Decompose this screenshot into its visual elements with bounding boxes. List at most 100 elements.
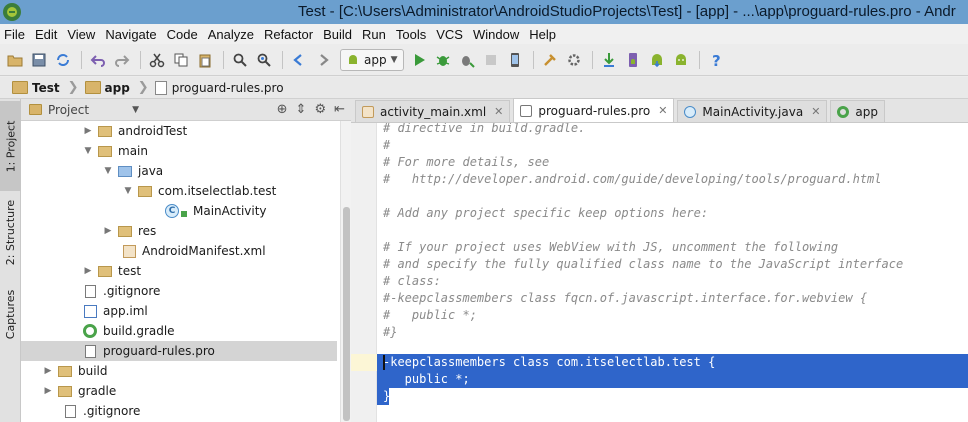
- tab-label: activity_main.xml: [380, 104, 487, 119]
- close-icon[interactable]: ✕: [811, 105, 820, 118]
- tab-project[interactable]: 1: Project: [0, 101, 21, 191]
- tree-item[interactable]: build.gradle: [21, 321, 337, 341]
- run-configuration-select[interactable]: app ▼: [340, 48, 404, 71]
- menu-tools[interactable]: Tools: [391, 27, 431, 42]
- project-view-select[interactable]: Project ▼: [29, 103, 139, 117]
- gear-icon[interactable]: ⚙: [314, 102, 326, 117]
- breadcrumb-item-file[interactable]: proguard-rules.pro: [151, 80, 290, 95]
- menu-view[interactable]: View: [62, 27, 100, 42]
- replace-icon[interactable]: [253, 49, 275, 71]
- collapse-arrow-icon[interactable]: ▼: [123, 186, 133, 196]
- open-folder-icon[interactable]: [4, 49, 26, 71]
- toolbar-separator: [282, 50, 283, 69]
- forward-icon[interactable]: [312, 49, 334, 71]
- gradle-icon: [837, 105, 850, 118]
- breadcrumb-item-app[interactable]: app: [81, 81, 136, 95]
- sync-gradle-icon[interactable]: [598, 49, 620, 71]
- close-icon[interactable]: ✕: [658, 104, 667, 117]
- menu-refactor[interactable]: Refactor: [259, 27, 318, 42]
- menu-help[interactable]: Help: [524, 27, 561, 42]
- menu-analyze[interactable]: Analyze: [203, 27, 259, 42]
- code-editor[interactable]: # directive in build.gradle. # # For mor…: [377, 123, 968, 422]
- scroll-from-source-icon[interactable]: ⊕: [277, 102, 288, 117]
- undo-icon[interactable]: [87, 49, 109, 71]
- menu-navigate[interactable]: Navigate: [100, 27, 161, 42]
- collapse-arrow-icon[interactable]: ▼: [83, 146, 93, 156]
- breadcrumb-item-test[interactable]: Test: [8, 81, 66, 95]
- tree-item-label: build: [78, 364, 108, 378]
- tree-item[interactable]: app.iml: [21, 301, 337, 321]
- avd-manager-icon[interactable]: [622, 49, 644, 71]
- help-icon[interactable]: ?: [705, 49, 727, 71]
- tree-item-label: AndroidManifest.xml: [142, 244, 266, 258]
- find-icon[interactable]: [229, 49, 251, 71]
- tree-item[interactable]: C MainActivity: [21, 201, 337, 221]
- tree-item[interactable]: ▶ build: [21, 361, 337, 381]
- device-monitor-icon[interactable]: [504, 49, 526, 71]
- tree-item[interactable]: ▼ com.itselectlab.test: [21, 181, 337, 201]
- close-icon[interactable]: ✕: [494, 105, 503, 118]
- run-icon[interactable]: [408, 49, 430, 71]
- tree-item[interactable]: ▼ java: [21, 161, 337, 181]
- project-tree-scrollbar[interactable]: [340, 121, 351, 422]
- menu-vcs[interactable]: VCS: [431, 27, 468, 42]
- collapse-arrow-icon[interactable]: ▼: [103, 166, 113, 176]
- menu-code[interactable]: Code: [162, 27, 203, 42]
- tree-item-selected[interactable]: proguard-rules.pro: [21, 341, 337, 361]
- cut-icon[interactable]: [146, 49, 168, 71]
- breadcrumb-label: proguard-rules.pro: [171, 80, 284, 95]
- tree-item[interactable]: ▶ androidTest: [21, 121, 337, 141]
- code-line: # If your project uses WebView with JS, …: [383, 240, 839, 254]
- folder-icon: [58, 385, 72, 397]
- tree-item[interactable]: .gitignore: [21, 401, 337, 421]
- tab-structure[interactable]: 2: Structure: [0, 191, 21, 273]
- android-device-icon[interactable]: [670, 49, 692, 71]
- tab-proguard-rules[interactable]: proguard-rules.pro ✕: [513, 98, 675, 122]
- sync-icon[interactable]: [52, 49, 74, 71]
- menu-edit[interactable]: Edit: [30, 27, 62, 42]
- sdk-manager-icon[interactable]: [646, 49, 668, 71]
- expand-arrow-icon[interactable]: ▶: [83, 266, 93, 276]
- folder-icon: [84, 81, 101, 94]
- tree-item[interactable]: ▶ test: [21, 261, 337, 281]
- text-caret: [383, 355, 385, 370]
- copy-icon[interactable]: [170, 49, 192, 71]
- paste-icon[interactable]: [194, 49, 216, 71]
- tree-item[interactable]: ▶ gradle: [21, 381, 337, 401]
- menu-window[interactable]: Window: [468, 27, 524, 42]
- tab-activity-main-xml[interactable]: activity_main.xml ✕: [355, 100, 511, 122]
- tree-item-label: .gitignore: [103, 284, 161, 298]
- scrollbar-thumb[interactable]: [343, 207, 350, 421]
- expand-arrow-icon[interactable]: ▶: [43, 366, 53, 376]
- tab-main-activity-java[interactable]: MainActivity.java ✕: [677, 100, 828, 122]
- chevron-right-icon: ❯: [137, 80, 149, 95]
- menu-build[interactable]: Build: [318, 27, 357, 42]
- tree-item[interactable]: AndroidManifest.xml: [21, 241, 337, 261]
- breadcrumb-label: app: [104, 80, 130, 95]
- expand-arrow-icon[interactable]: ▶: [43, 386, 53, 396]
- expand-arrow-icon[interactable]: ▶: [83, 126, 93, 136]
- file-icon: [65, 404, 76, 418]
- expand-arrow-icon[interactable]: ▶: [103, 226, 113, 236]
- settings-icon[interactable]: [563, 49, 585, 71]
- back-icon[interactable]: [288, 49, 310, 71]
- attach-debugger-icon[interactable]: [456, 49, 478, 71]
- tree-item[interactable]: .gitignore: [21, 281, 337, 301]
- menu-run[interactable]: Run: [357, 27, 391, 42]
- editor-tab-bar: activity_main.xml ✕ proguard-rules.pro ✕…: [351, 98, 968, 123]
- tree-item[interactable]: ▶ res: [21, 221, 337, 241]
- tab-app-gradle[interactable]: app: [830, 100, 886, 122]
- redo-icon[interactable]: [111, 49, 133, 71]
- project-structure-icon[interactable]: [539, 49, 561, 71]
- stop-icon[interactable]: [480, 49, 502, 71]
- menu-file[interactable]: File: [0, 27, 30, 42]
- debug-icon[interactable]: [432, 49, 454, 71]
- code-line: #: [383, 138, 391, 152]
- save-all-icon[interactable]: [28, 49, 50, 71]
- main-toolbar: app ▼ ?: [0, 44, 968, 76]
- class-icon: [684, 105, 697, 118]
- tree-item[interactable]: ▼ main: [21, 141, 337, 161]
- tab-captures[interactable]: Captures: [0, 279, 21, 349]
- hide-panel-icon[interactable]: ⇤: [334, 102, 345, 117]
- collapse-all-icon[interactable]: ⇕: [296, 102, 307, 117]
